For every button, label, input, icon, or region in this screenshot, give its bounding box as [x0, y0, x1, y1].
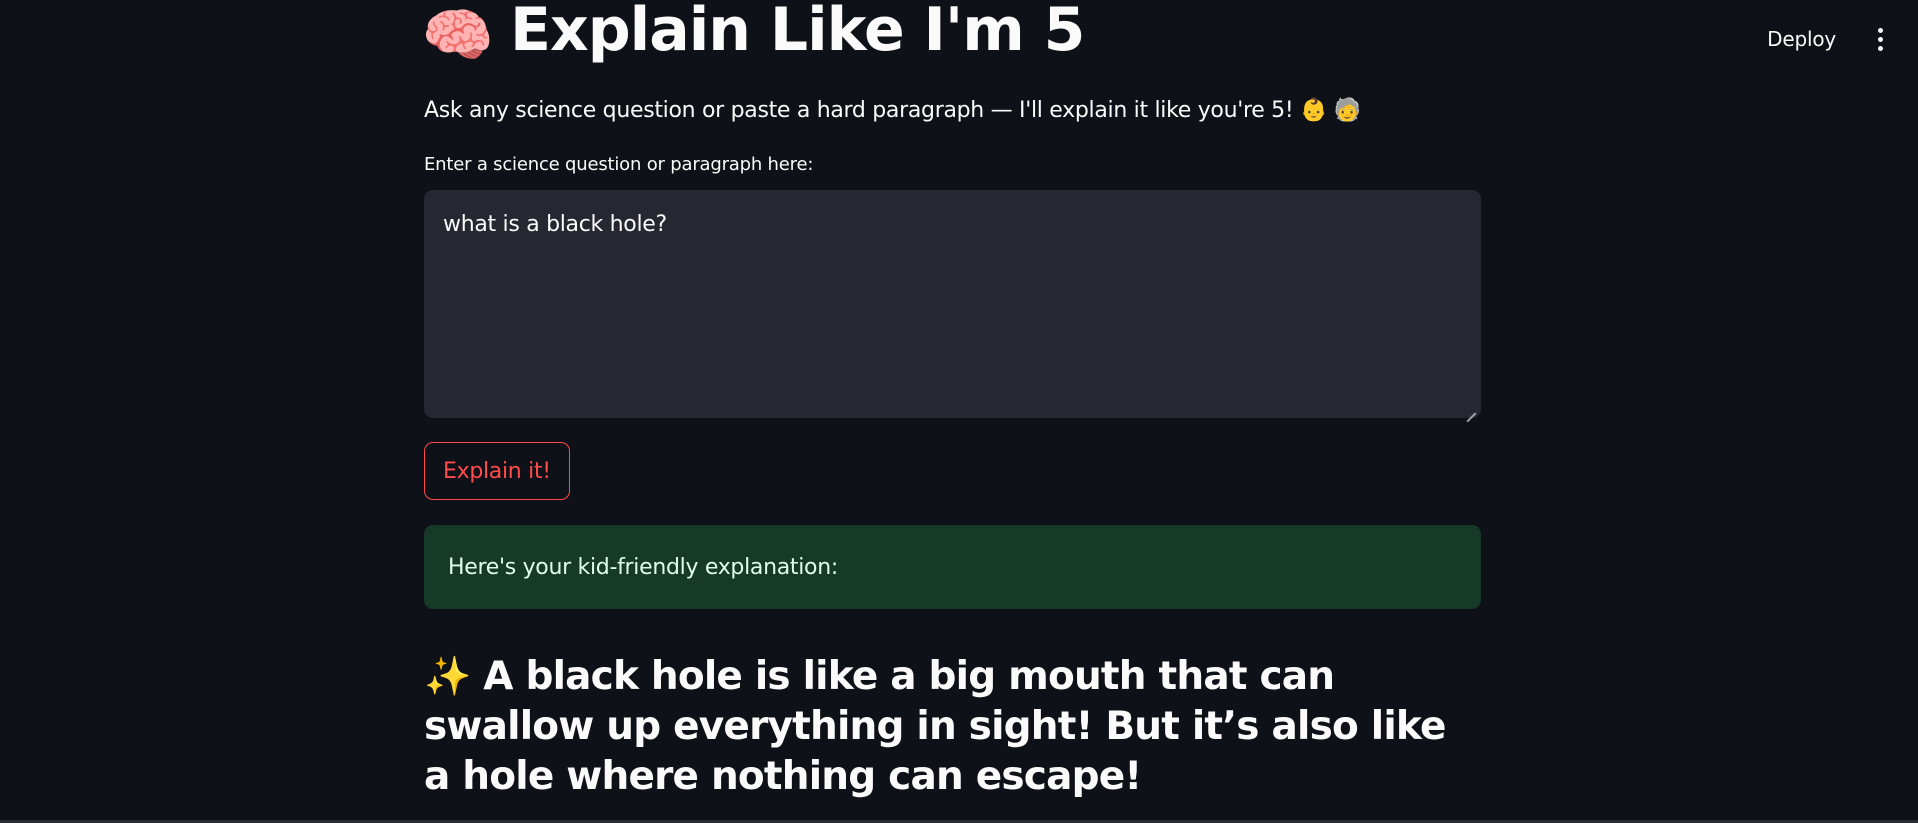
- more-vertical-icon[interactable]: [1870, 25, 1890, 53]
- baby-and-elder-icons: 👶 🧓: [1300, 98, 1361, 123]
- page-title-text: Explain Like I'm 5: [510, 0, 1085, 65]
- question-input[interactable]: what is a black hole?: [424, 190, 1481, 418]
- resize-handle-icon[interactable]: [1466, 403, 1476, 413]
- subtitle: Ask any science question or paste a hard…: [424, 96, 1481, 126]
- main-content: 🧠 Explain Like I'm 5 Ask any science que…: [422, 0, 1481, 802]
- page-title: 🧠 Explain Like I'm 5: [422, 0, 1481, 65]
- question-input-label: Enter a science question or paragraph he…: [424, 154, 814, 175]
- brain-icon: 🧠: [421, 1, 495, 69]
- question-input-container: what is a black hole?: [424, 190, 1481, 418]
- explain-button[interactable]: Explain it!: [424, 442, 570, 500]
- toolbar: Deploy: [1767, 0, 1918, 78]
- deploy-button[interactable]: Deploy: [1767, 27, 1836, 51]
- answer-text: A black hole is like a big mouth that ca…: [424, 654, 1446, 799]
- subtitle-text: Ask any science question or paste a hard…: [424, 98, 1294, 123]
- sparkles-icon: ✨: [424, 654, 471, 698]
- success-alert-text: Here's your kid-friendly explanation:: [448, 554, 838, 580]
- answer-heading: ✨ A black hole is like a big mouth that …: [424, 651, 1481, 802]
- success-alert: Here's your kid-friendly explanation:: [424, 525, 1481, 609]
